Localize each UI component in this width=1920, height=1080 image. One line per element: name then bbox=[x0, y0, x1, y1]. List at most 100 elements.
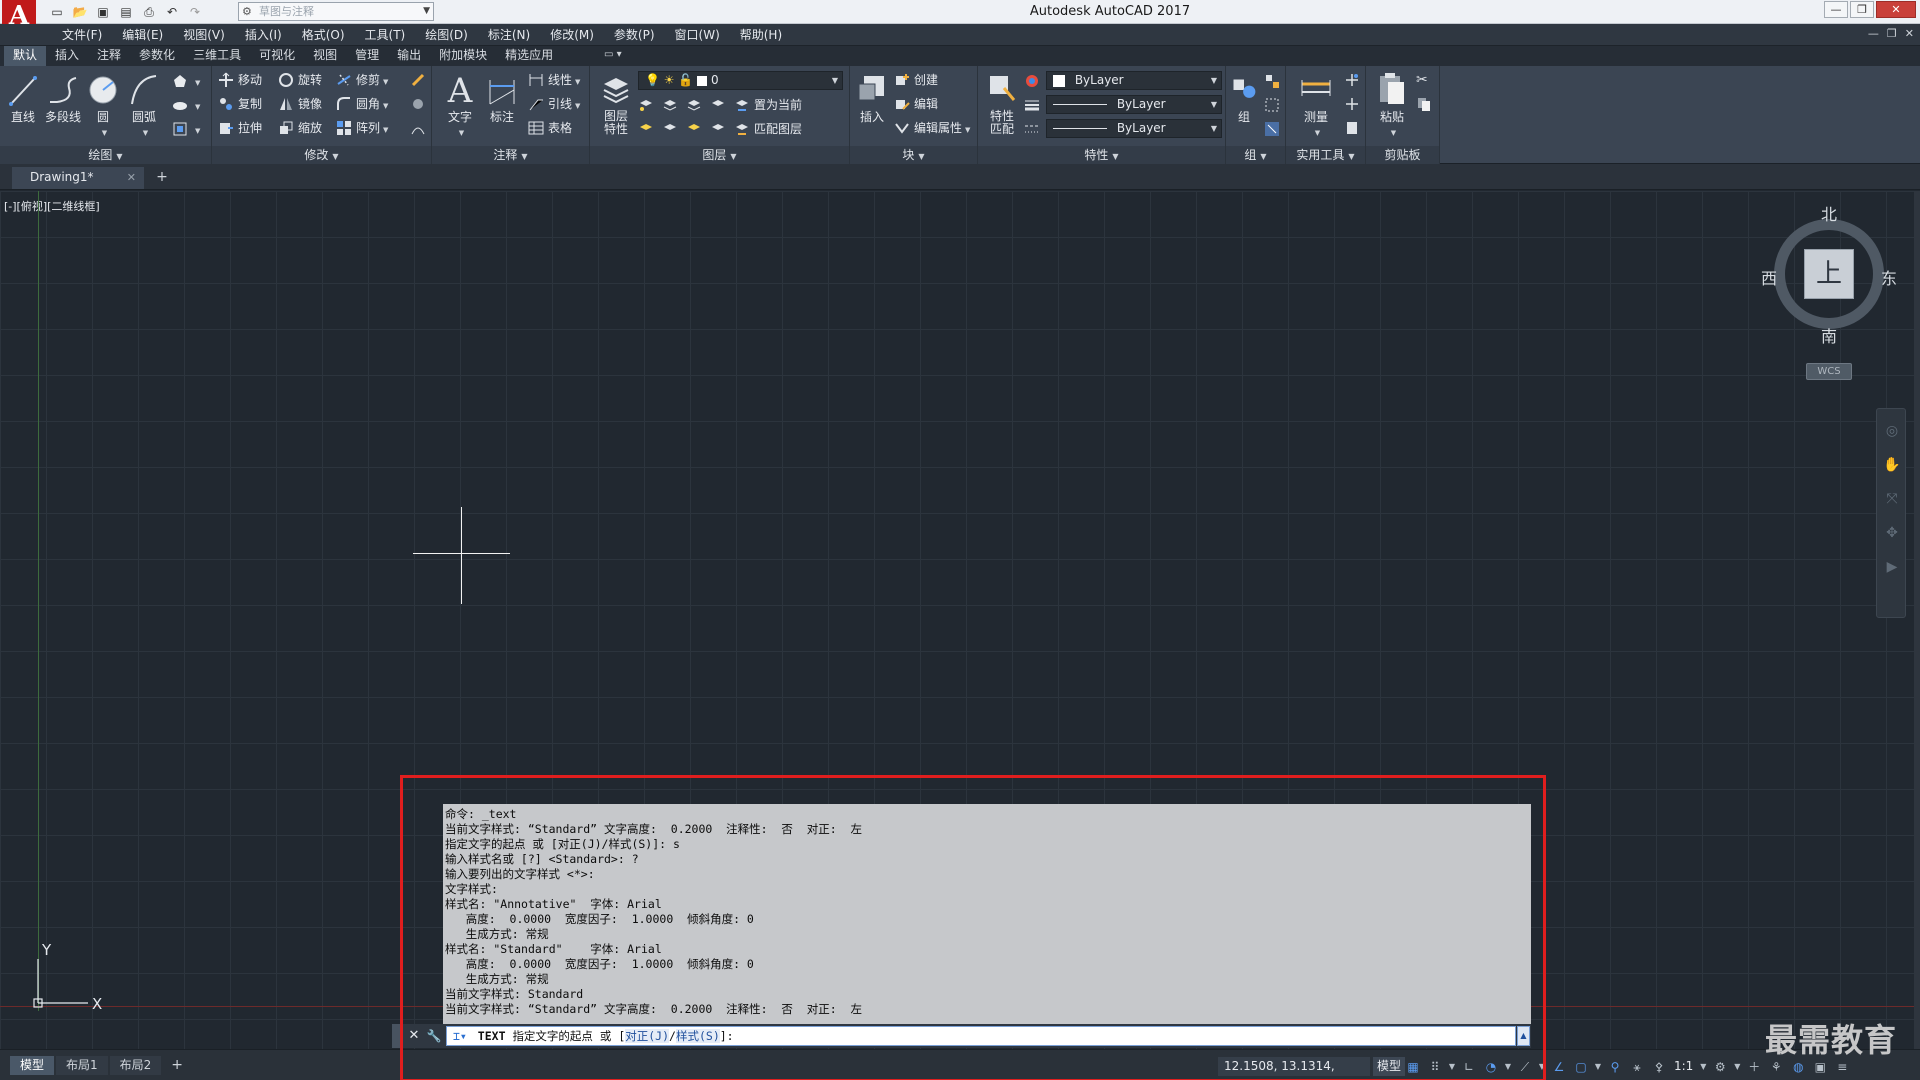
set-current-layer-button[interactable]: 置为当前 bbox=[734, 95, 802, 115]
compass-south[interactable]: 南 bbox=[1821, 323, 1837, 347]
compass-east[interactable]: 东 bbox=[1881, 265, 1897, 289]
chevron-down-icon[interactable]: ▼ bbox=[1391, 129, 1396, 137]
workspace-dropdown[interactable]: ⚙ 草图与注释 ▼ bbox=[238, 2, 434, 21]
menu-tools[interactable]: 工具(T) bbox=[355, 27, 416, 43]
gear-icon[interactable]: ⚙ bbox=[1711, 1058, 1729, 1076]
layer-dropdown[interactable]: 💡 ☀ 🔓 0 ▼ bbox=[638, 71, 843, 90]
trim-button[interactable]: 修剪 ▼ bbox=[336, 70, 388, 90]
save-as-icon[interactable]: ▤ bbox=[117, 4, 135, 20]
menu-dimension[interactable]: 标注(N) bbox=[478, 27, 540, 43]
tab-parametric[interactable]: 参数化 bbox=[130, 46, 184, 66]
move-button[interactable]: 移动 bbox=[218, 70, 262, 90]
table-button[interactable]: 表格 bbox=[528, 118, 572, 138]
chevron-down-icon[interactable]: ▼ bbox=[459, 129, 464, 137]
insert-block-button[interactable]: 插入 bbox=[852, 70, 892, 140]
chevron-down-icon[interactable]: ▼ bbox=[1699, 1058, 1707, 1076]
annotation-scale-value[interactable]: 1:1 bbox=[1672, 1057, 1695, 1076]
erase-button[interactable] bbox=[410, 70, 430, 90]
viewcube[interactable]: 上 北 南 东 西 bbox=[1761, 205, 1897, 346]
array-button[interactable]: 阵列 ▼ bbox=[336, 118, 388, 138]
draw-panel-title[interactable]: 绘图 ▼ bbox=[0, 146, 211, 164]
viewport-controls-label[interactable]: [-][俯视][二维线框] bbox=[4, 198, 100, 214]
menu-window[interactable]: 窗口(W) bbox=[665, 27, 730, 43]
chevron-down-icon[interactable]: ▼ bbox=[143, 129, 148, 137]
annotation-panel-title[interactable]: 注释 ▼ bbox=[432, 146, 589, 164]
open-file-icon[interactable]: 📂 bbox=[71, 4, 89, 20]
cut-button[interactable]: ✂ bbox=[1416, 70, 1436, 90]
id-point-button[interactable] bbox=[1344, 70, 1364, 90]
menu-edit[interactable]: 编辑(E) bbox=[112, 27, 173, 43]
doc-minimize-button[interactable]: — bbox=[1868, 27, 1879, 40]
save-icon[interactable]: ▣ bbox=[94, 4, 112, 20]
group-select-button[interactable] bbox=[1264, 119, 1284, 139]
circle-tool[interactable]: 圆 ▼ bbox=[83, 70, 123, 140]
pan-hand-icon[interactable]: ✋ bbox=[1882, 455, 1902, 475]
command-history[interactable]: 命令: _text 当前文字样式: “Standard” 文字高度: 0.200… bbox=[443, 804, 1531, 1024]
clipboard-panel-title[interactable]: 剪贴板 bbox=[1366, 146, 1439, 164]
redo-icon[interactable]: ↷ bbox=[186, 4, 204, 20]
properties-panel-title[interactable]: 特性 ▼ bbox=[978, 146, 1225, 164]
compass-west[interactable]: 西 bbox=[1761, 265, 1777, 289]
layer-thaw-button[interactable] bbox=[662, 119, 682, 139]
layout-tab-model[interactable]: 模型 bbox=[10, 1056, 55, 1075]
menu-file[interactable]: 文件(F) bbox=[52, 27, 112, 43]
groups-panel-title[interactable]: 组 ▼ bbox=[1226, 146, 1285, 164]
fillet-button[interactable]: 圆角 ▼ bbox=[336, 94, 388, 114]
menu-modify[interactable]: 修改(M) bbox=[540, 27, 604, 43]
wcs-menu-button[interactable]: WCS bbox=[1806, 363, 1852, 380]
tab-featured-apps[interactable]: 精选应用 bbox=[496, 46, 562, 66]
linetype-dropdown[interactable]: ByLayer ▼ bbox=[1046, 119, 1222, 138]
print-icon[interactable]: ⎙ bbox=[140, 4, 158, 20]
explode-button[interactable] bbox=[410, 94, 430, 114]
isodraft-icon[interactable]: ⟋ bbox=[1516, 1058, 1534, 1076]
create-block-button[interactable]: 创建 bbox=[894, 70, 938, 90]
polygon-tool[interactable]: ▼ bbox=[172, 71, 200, 91]
option-justify[interactable]: 对正(J) bbox=[625, 1029, 670, 1043]
tab-3d-tools[interactable]: 三维工具 bbox=[184, 46, 250, 66]
command-line-grip[interactable] bbox=[392, 1024, 400, 1048]
hatch-tool[interactable]: ▼ bbox=[172, 95, 200, 115]
object-snap-icon[interactable]: ▢ bbox=[1572, 1058, 1590, 1076]
linetype-icon-button[interactable] bbox=[1024, 119, 1044, 139]
add-layout-button[interactable]: + bbox=[163, 1056, 191, 1075]
viewcube-top-face[interactable]: 上 bbox=[1804, 249, 1854, 299]
layer-on-button[interactable] bbox=[686, 119, 706, 139]
layer-off-button[interactable] bbox=[638, 95, 658, 115]
match-properties-button[interactable]: 特性 匹配 bbox=[982, 70, 1022, 140]
chevron-down-icon[interactable]: ▼ bbox=[1315, 129, 1320, 137]
menu-insert[interactable]: 插入(I) bbox=[235, 27, 292, 43]
chevron-down-icon[interactable]: ▼ bbox=[1538, 1058, 1546, 1076]
stretch-button[interactable]: 拉伸 bbox=[218, 118, 262, 138]
snap-icon[interactable]: ⠿ bbox=[1426, 1058, 1444, 1076]
coordinate-readout[interactable]: 12.1508, 13.1314, 0.0000 bbox=[1218, 1057, 1370, 1080]
close-icon[interactable]: ✕ bbox=[406, 1027, 422, 1045]
layers-panel-title[interactable]: 图层 ▼ bbox=[590, 146, 849, 164]
calculator-button[interactable] bbox=[1344, 118, 1364, 138]
wrench-icon[interactable]: 🔧 bbox=[426, 1027, 442, 1045]
chevron-down-icon[interactable]: ▼ bbox=[1504, 1058, 1512, 1076]
doc-restore-button[interactable]: ❐ bbox=[1887, 27, 1897, 40]
polar-tracking-icon[interactable]: ◔ bbox=[1482, 1058, 1500, 1076]
new-file-icon[interactable]: ▭ bbox=[48, 4, 66, 20]
close-tab-icon[interactable]: ✕ bbox=[127, 167, 136, 188]
color-dropdown[interactable]: ByLayer ▼ bbox=[1046, 71, 1222, 90]
drawing-tab[interactable]: Drawing1* ✕ bbox=[12, 167, 144, 189]
ribbon-toggle-icon[interactable]: ▭ ▾ bbox=[604, 49, 622, 60]
object-snap-tracking-icon[interactable]: ∠ bbox=[1550, 1058, 1568, 1076]
option-style[interactable]: 样式(S) bbox=[675, 1029, 720, 1043]
copy-button[interactable]: 复制 bbox=[218, 94, 262, 114]
steering-wheel-icon[interactable]: ◎ bbox=[1882, 421, 1902, 441]
tab-annotate[interactable]: 注释 bbox=[88, 46, 130, 66]
minimize-button[interactable]: — bbox=[1824, 1, 1848, 18]
chevron-down-icon[interactable]: ▼ bbox=[1733, 1058, 1741, 1076]
menu-view[interactable]: 视图(V) bbox=[173, 27, 235, 43]
plus-icon[interactable]: ＋ bbox=[1745, 1058, 1763, 1076]
layout-tab-layout2[interactable]: 布局2 bbox=[109, 1056, 162, 1075]
measure-button[interactable]: 测量 ▼ bbox=[1296, 70, 1336, 140]
chevron-down-icon[interactable]: ▼ bbox=[1594, 1058, 1602, 1076]
edit-attributes-button[interactable]: 编辑属性 ▼ bbox=[894, 118, 970, 138]
tab-manage[interactable]: 管理 bbox=[346, 46, 388, 66]
text-tool[interactable]: A 文字 ▼ bbox=[440, 70, 480, 140]
mirror-button[interactable]: 镜像 bbox=[278, 94, 322, 114]
edit-block-button[interactable]: 编辑 bbox=[894, 94, 938, 114]
